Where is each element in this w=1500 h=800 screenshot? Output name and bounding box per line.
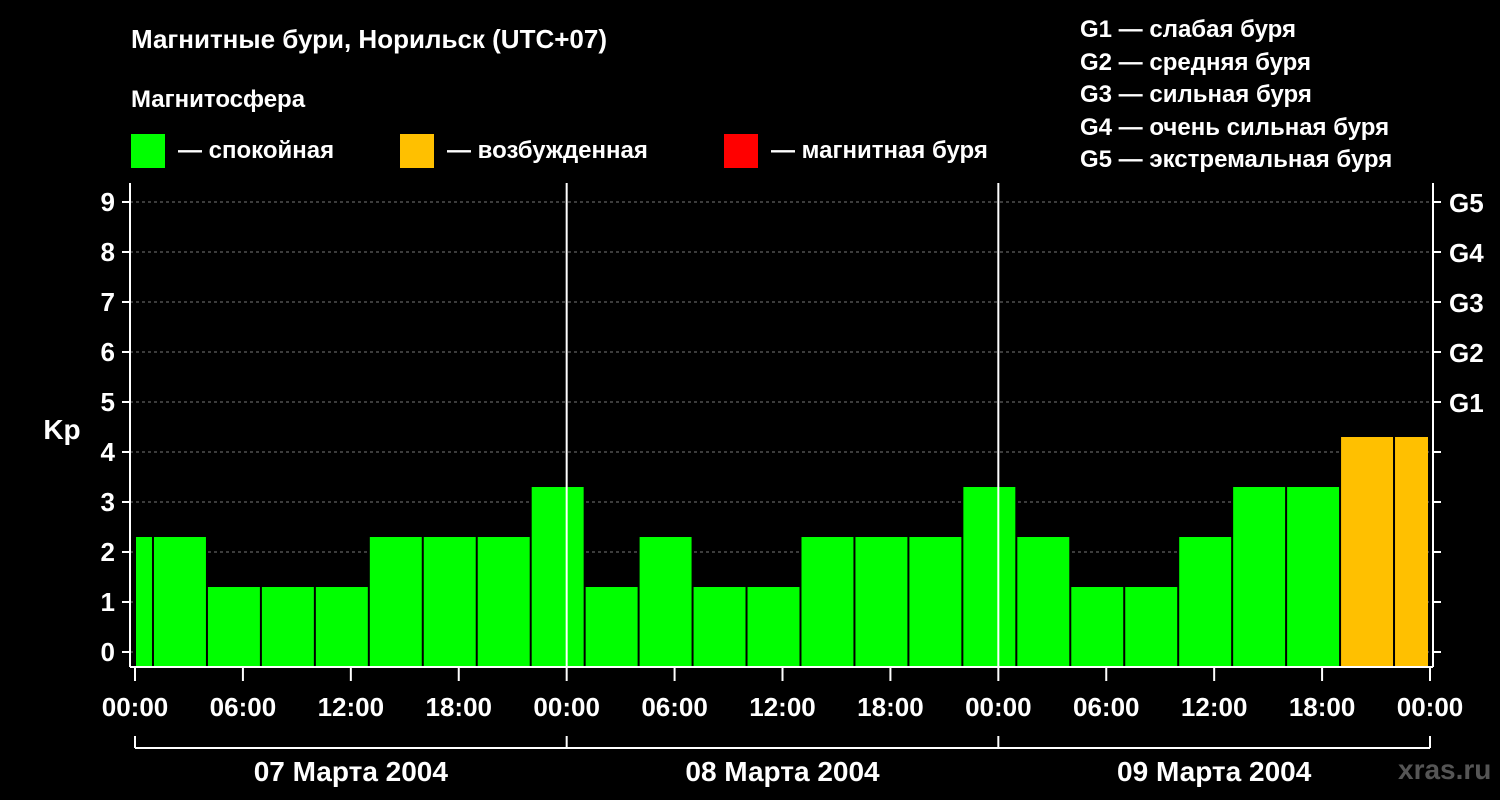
- x-tick-label: 06:00: [210, 692, 277, 722]
- y-tick-label: 2: [101, 537, 115, 567]
- y-tick-label: 5: [101, 387, 115, 417]
- x-tick-label: 12:00: [749, 692, 816, 722]
- kp-bar: [1341, 437, 1394, 667]
- x-tick-label: 18:00: [857, 692, 924, 722]
- kp-bar: [1125, 587, 1178, 667]
- kp-bar: [207, 587, 260, 667]
- x-tick-label: 00:00: [1397, 692, 1464, 722]
- kp-bar: [963, 487, 1016, 667]
- x-tick-label: 18:00: [426, 692, 493, 722]
- kp-bar: [1395, 437, 1428, 667]
- kp-bar: [585, 587, 638, 667]
- x-tick-label: 06:00: [641, 692, 708, 722]
- x-tick-label: 00:00: [533, 692, 600, 722]
- kp-bar: [423, 537, 476, 667]
- kp-bar: [639, 537, 692, 667]
- kp-bar: [855, 537, 908, 667]
- kp-bar: [136, 537, 152, 667]
- kp-bar: [1017, 537, 1070, 667]
- x-tick-label: 18:00: [1289, 692, 1356, 722]
- y-tick-label: 9: [101, 187, 115, 217]
- y-tick-label: 0: [101, 637, 115, 667]
- kp-bar: [531, 487, 584, 667]
- kp-bar: [747, 587, 800, 667]
- y-tick-label: 1: [101, 587, 115, 617]
- x-tick-label: 00:00: [102, 692, 169, 722]
- g-level-label: G1: [1449, 388, 1484, 418]
- kp-bar: [477, 537, 530, 667]
- kp-bar: [693, 587, 746, 667]
- y-tick-label: 4: [101, 437, 116, 467]
- y-tick-label: 8: [101, 237, 115, 267]
- kp-bar: [153, 537, 206, 667]
- kp-bar-chart: 0 1 2 3 4 5 6 7 8 9 G1 G2 G3 G4 G5 Kp 00:00 06:00 12:00 18:…: [43, 183, 1484, 787]
- date-label: 07 Марта 2004: [254, 756, 449, 787]
- kp-bar: [1179, 537, 1232, 667]
- g-level-label: G5: [1449, 188, 1484, 218]
- y-tick-label: 3: [101, 487, 115, 517]
- g-level-label: G2: [1449, 338, 1484, 368]
- date-label: 09 Марта 2004: [1117, 756, 1312, 787]
- kp-bar: [261, 587, 314, 667]
- g-level-label: G3: [1449, 288, 1484, 318]
- x-tick-label: 12:00: [1181, 692, 1248, 722]
- g-level-label: G4: [1449, 238, 1484, 268]
- y-tick-label: 6: [101, 337, 115, 367]
- kp-bar: [369, 537, 422, 667]
- y-axis-label: Kp: [43, 414, 80, 445]
- x-tick-label: 00:00: [965, 692, 1032, 722]
- x-tick-label: 12:00: [318, 692, 385, 722]
- y-tick-label: 7: [101, 287, 115, 317]
- kp-bar: [315, 587, 368, 667]
- kp-bar: [1071, 587, 1124, 667]
- x-tick-label: 06:00: [1073, 692, 1140, 722]
- kp-bar: [801, 537, 854, 667]
- kp-bar: [1233, 487, 1286, 667]
- watermark: xras.ru: [1398, 754, 1492, 785]
- kp-bar: [1287, 487, 1340, 667]
- kp-bar: [909, 537, 962, 667]
- date-label: 08 Марта 2004: [685, 756, 880, 787]
